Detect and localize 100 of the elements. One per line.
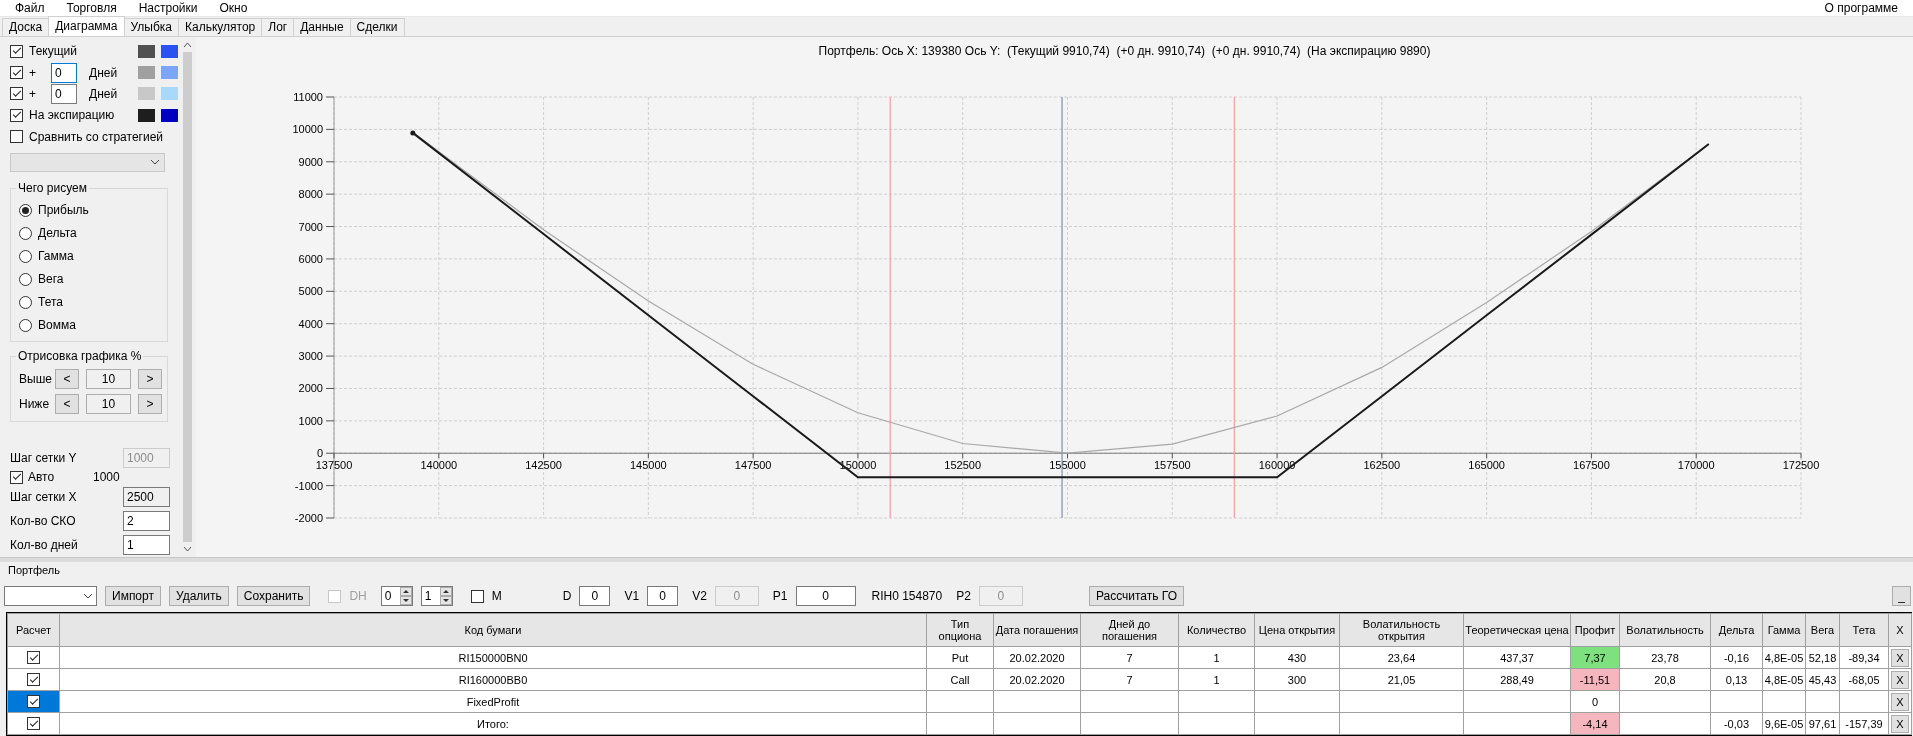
remove-button[interactable]: X (1891, 648, 1909, 667)
checkbox[interactable] (10, 108, 23, 122)
checkbox[interactable] (10, 66, 23, 80)
column-header[interactable]: Дельта (1710, 613, 1763, 647)
radio-button[interactable] (19, 226, 32, 240)
decrease-button[interactable]: < (55, 369, 79, 390)
param-label: P1 (772, 589, 788, 603)
param-field[interactable]: 0 (579, 586, 611, 606)
radio-button[interactable] (19, 318, 32, 332)
tick-label: 152500 (944, 459, 982, 472)
checkbox-label: Текущий (29, 44, 78, 59)
column-header[interactable]: X (1888, 613, 1912, 647)
column-header[interactable]: Профит (1570, 613, 1620, 647)
color-swatch[interactable] (138, 87, 155, 101)
minimize-button[interactable]: _ (1892, 586, 1911, 606)
checkbox[interactable] (27, 695, 40, 709)
radio-button[interactable] (19, 203, 32, 217)
radio-label: Вомма (38, 318, 76, 333)
menu-item[interactable]: Торговля (55, 0, 128, 15)
color-swatch[interactable] (161, 87, 178, 101)
column-header[interactable]: Волатильность (1619, 613, 1711, 647)
remove-button[interactable]: X (1891, 692, 1909, 711)
increase-button[interactable]: > (138, 369, 162, 390)
portfolio-dropdown[interactable] (4, 586, 97, 606)
caret-up-icon[interactable] (183, 41, 192, 48)
checkbox[interactable] (27, 651, 40, 665)
checkbox[interactable] (470, 589, 484, 603)
chart-title: Портфель: Ось X: 139380 Ось Y: (Текущий 9910,74) (+0 дн. 9910,74) (+0 дн. 9910,74) (На экспирацию 9890) (817, 42, 1432, 60)
param-label: D (562, 589, 572, 603)
toolbar-button[interactable]: Сохранить (236, 586, 311, 606)
calc-cell[interactable] (7, 646, 60, 669)
remove-button[interactable]: X (1891, 714, 1909, 733)
spin-arrows-icon[interactable] (439, 587, 452, 605)
tick-label: 11000 (293, 90, 323, 103)
color-swatch[interactable] (161, 66, 178, 80)
checkbox-label: DH (349, 589, 367, 603)
calculate-button[interactable]: Рассчитать ГО (1088, 586, 1185, 606)
radio-label: Гамма (38, 249, 74, 264)
color-swatch[interactable] (138, 44, 155, 58)
checkbox[interactable] (10, 87, 23, 101)
column-header[interactable]: Код бумаги (59, 613, 927, 647)
dropdown-icon (83, 593, 93, 599)
column-header[interactable]: Расчет (7, 613, 60, 647)
column-header[interactable]: Вега (1805, 613, 1840, 647)
tab[interactable]: Калькулятор (178, 17, 263, 36)
remove-button[interactable]: X (1891, 670, 1909, 689)
radio-button[interactable] (19, 249, 32, 263)
param-field[interactable]: 0 (795, 586, 856, 606)
tick-label: 160000 (1258, 459, 1296, 472)
radio-button[interactable] (19, 272, 32, 286)
column-header[interactable]: Тип опциона (926, 613, 994, 647)
toolbar-button[interactable]: Импорт (105, 586, 161, 606)
radio-button[interactable] (19, 295, 32, 309)
color-swatch[interactable] (138, 66, 155, 80)
caret-down-icon[interactable] (183, 545, 192, 552)
spin-field[interactable]: 1 (420, 586, 453, 606)
spin-field[interactable]: 0 (380, 586, 413, 606)
input-field[interactable]: 1 (123, 534, 170, 555)
days-label: Дней (88, 65, 119, 80)
input-field[interactable]: 2 (123, 510, 170, 531)
color-swatch[interactable] (161, 44, 178, 58)
tab[interactable]: Данные (293, 17, 351, 36)
column-header[interactable]: Цена открытия (1254, 613, 1340, 647)
days-field[interactable]: 0 (51, 62, 77, 83)
checkbox[interactable] (10, 44, 23, 58)
param-label: V2 (692, 589, 707, 603)
menu-item[interactable]: Настройки (127, 0, 209, 15)
tab[interactable]: Диаграмма (48, 15, 125, 36)
spin-arrows-icon[interactable] (399, 587, 412, 605)
calc-cell[interactable] (7, 668, 60, 691)
tick-label: 7000 (298, 220, 323, 233)
increase-button[interactable]: > (138, 394, 162, 415)
tick-label: 4000 (298, 317, 323, 330)
tab[interactable]: Доска (2, 17, 50, 36)
column-header[interactable]: Волатильность открытия (1339, 613, 1464, 647)
checkbox[interactable] (27, 717, 40, 731)
column-header[interactable]: Теоретическая цена (1463, 613, 1571, 647)
column-header[interactable]: Количество (1178, 613, 1255, 647)
checkbox[interactable] (10, 130, 23, 143)
decrease-button[interactable]: < (55, 394, 79, 415)
toolbar-button[interactable]: Удалить (168, 586, 229, 606)
input-field[interactable]: 2500 (123, 486, 170, 507)
menu-item[interactable]: Файл (4, 0, 56, 15)
days-field[interactable]: 0 (51, 84, 77, 104)
color-swatch[interactable] (138, 108, 155, 122)
tab[interactable]: Сделки (349, 17, 405, 36)
menu-item[interactable]: О программе (1813, 0, 1909, 15)
checkbox[interactable] (27, 673, 40, 687)
column-header[interactable]: Дней до погашения (1080, 613, 1179, 647)
calc-cell[interactable] (7, 690, 60, 713)
calc-cell[interactable] (7, 712, 60, 735)
column-header[interactable]: Гамма (1762, 613, 1806, 647)
tick-label: 142500 (525, 459, 562, 472)
tick-label: 155000 (1049, 459, 1086, 472)
column-header[interactable]: Тета (1839, 613, 1889, 647)
menu-item[interactable]: Окно (208, 0, 259, 15)
color-swatch[interactable] (161, 108, 178, 122)
checkbox[interactable] (10, 470, 23, 484)
param-field[interactable]: 0 (647, 586, 679, 606)
column-header[interactable]: Дата погашения (993, 613, 1081, 647)
